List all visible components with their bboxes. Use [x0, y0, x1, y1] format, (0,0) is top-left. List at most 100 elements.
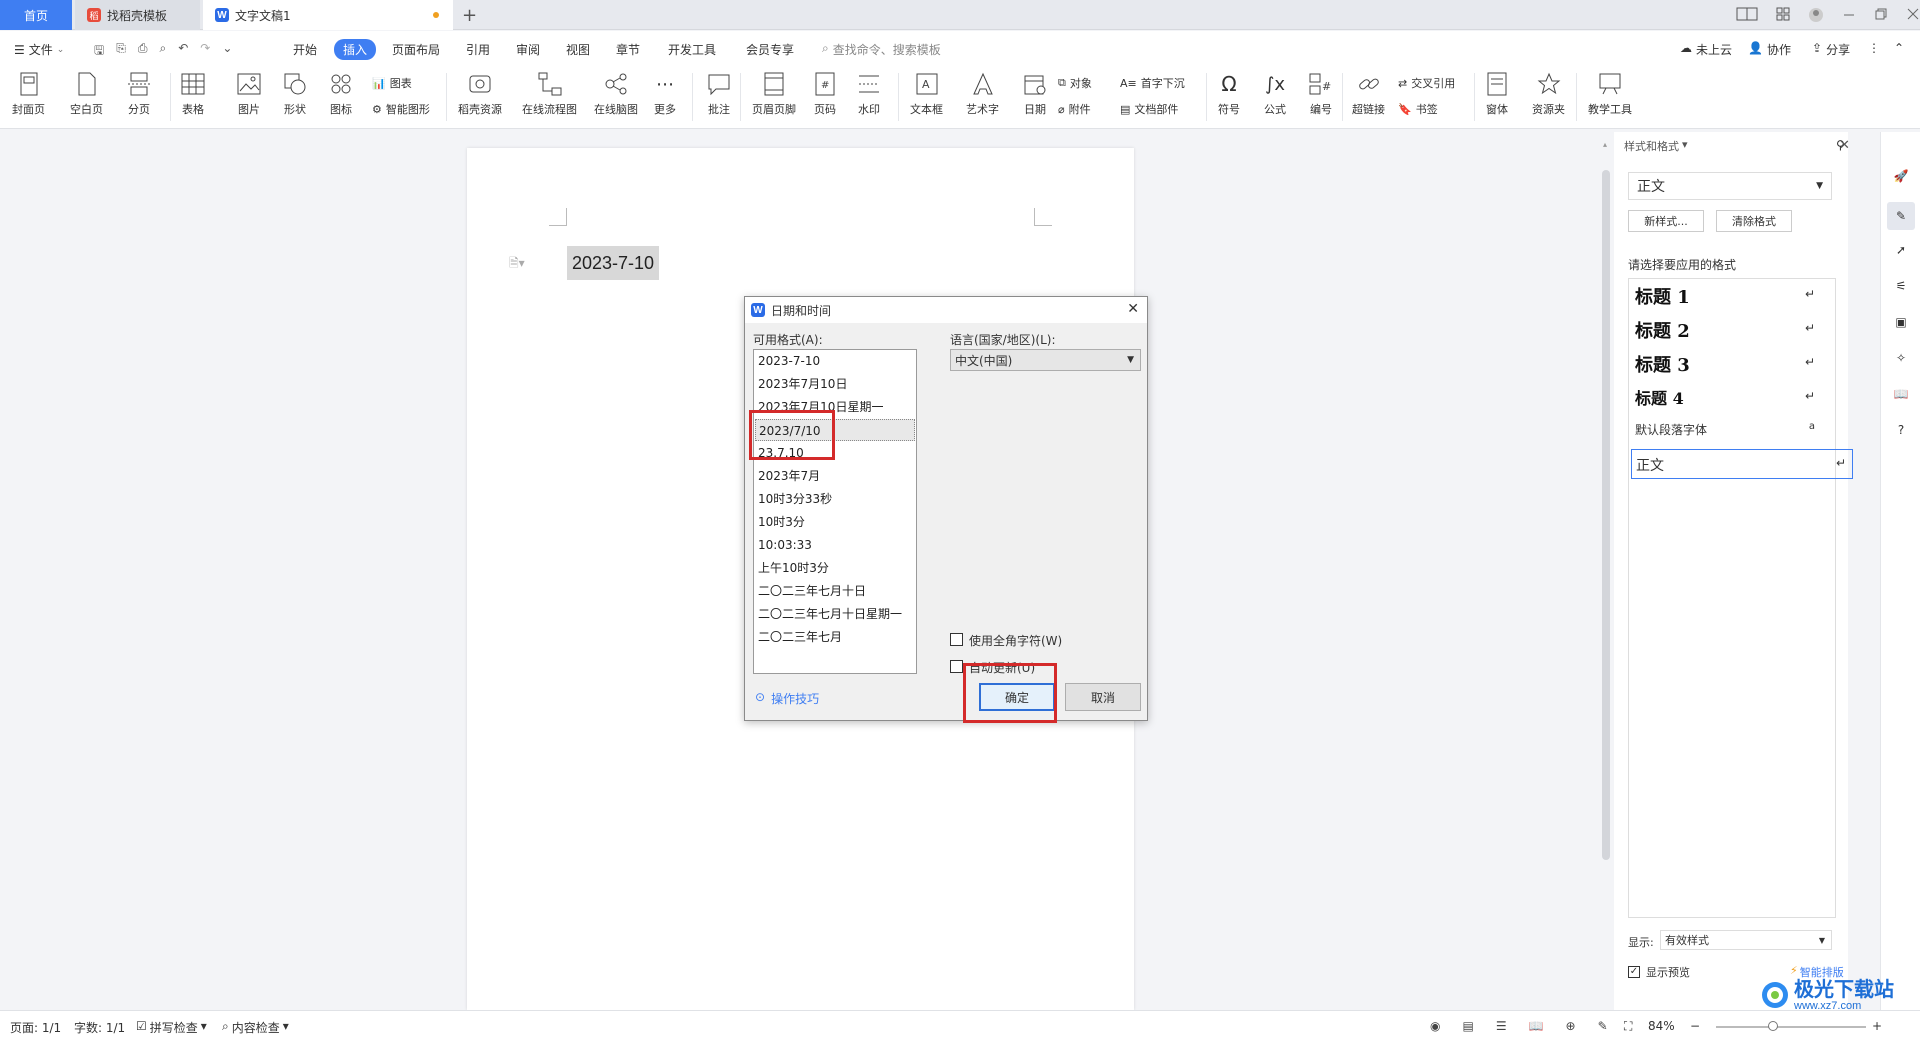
shape-button[interactable]: 形状	[282, 71, 308, 117]
reading-view-icon[interactable]: 📖	[1529, 1019, 1544, 1033]
style-pen-icon[interactable]: ✎	[1887, 202, 1915, 230]
outline-view-icon[interactable]: ☰	[1496, 1019, 1507, 1033]
cancel-button[interactable]: 取消	[1065, 683, 1141, 711]
collab-button[interactable]: 👤 协作	[1748, 41, 1791, 58]
style-item-body[interactable]: 正文 ↵	[1631, 449, 1853, 479]
menu-review[interactable]: 审阅	[516, 41, 540, 58]
style-item-default-font[interactable]: 默认段落字体 a	[1629, 417, 1835, 443]
table-button[interactable]: 表格	[180, 71, 206, 117]
tab-home[interactable]: 首页	[0, 0, 72, 30]
wordart-button[interactable]: 艺术字	[966, 71, 999, 117]
window-form-button[interactable]: 窗体	[1484, 71, 1510, 117]
close-window-icon[interactable]	[1906, 7, 1920, 26]
eye-protection-icon[interactable]: ◉	[1430, 1019, 1440, 1033]
more-icon[interactable]: ⋮	[1868, 41, 1880, 55]
word-count[interactable]: 字数: 1/1	[74, 1019, 125, 1036]
zoom-in-icon[interactable]: +	[1872, 1019, 1882, 1033]
minimize-icon[interactable]	[1842, 7, 1856, 26]
scrollbar-thumb[interactable]	[1602, 170, 1610, 860]
collapse-ribbon-icon[interactable]: ⌃	[1894, 41, 1904, 55]
select-cursor-icon[interactable]: ➚	[1891, 240, 1911, 260]
flowchart-button[interactable]: 在线流程图	[522, 71, 577, 117]
menu-references[interactable]: 引用	[466, 41, 490, 58]
current-style-select[interactable]: 正文 ▼	[1628, 172, 1832, 200]
crossref-button[interactable]: ⇄ 交叉引用	[1398, 75, 1455, 91]
textbox-button[interactable]: A 文本框	[910, 71, 943, 117]
language-select[interactable]: 中文(中国) ▼	[950, 349, 1141, 371]
mindmap-button[interactable]: 在线脑图	[594, 71, 638, 117]
menu-developer[interactable]: 开发工具	[668, 41, 716, 58]
teaching-tool-button[interactable]: 教学工具	[1588, 71, 1632, 117]
fit-page-icon[interactable]: ⛶	[1624, 1019, 1632, 1034]
cloud-status[interactable]: ☁ 未上云	[1680, 41, 1732, 58]
page-break-button[interactable]: 分页	[126, 71, 152, 117]
bookmark-button[interactable]: 🔖 书签	[1398, 101, 1438, 117]
zoom-out-icon[interactable]: −	[1690, 1019, 1700, 1033]
command-search[interactable]: ⌕ 查找命令、搜索模板	[822, 41, 941, 58]
avatar[interactable]	[1808, 7, 1824, 26]
image-tool-icon[interactable]: ▣	[1891, 312, 1911, 332]
cover-page-button[interactable]: 封面页	[12, 71, 45, 117]
resource-folder-button[interactable]: 资源夹	[1532, 71, 1565, 117]
date-button[interactable]: 日期	[1022, 71, 1048, 117]
attachment-button[interactable]: ⌀ 附件	[1058, 101, 1091, 117]
help-icon[interactable]: ?	[1891, 420, 1911, 440]
inserted-date-text[interactable]: 2023-7-10	[567, 246, 659, 280]
web-view-icon[interactable]: ⊕	[1566, 1019, 1576, 1033]
page-count[interactable]: 页面: 1/1	[10, 1019, 61, 1036]
write-mode-icon[interactable]: ✎	[1598, 1019, 1608, 1033]
layout-icon[interactable]	[1736, 7, 1758, 26]
book-icon[interactable]: 📖	[1891, 384, 1911, 404]
docer-resource-button[interactable]: 稻壳资源	[458, 71, 502, 117]
style-item-heading3[interactable]: 标题 3 ↵	[1629, 347, 1835, 379]
hyperlink-button[interactable]: 超链接	[1352, 71, 1385, 117]
picture-button[interactable]: 图片	[236, 71, 262, 117]
format-option[interactable]: 二〇二三年七月十日	[758, 580, 866, 602]
print-icon[interactable]: ⎙	[138, 41, 148, 62]
show-filter-select[interactable]: 有效样式 ▼	[1660, 930, 1832, 950]
menu-chapter[interactable]: 章节	[616, 41, 640, 58]
grid-icon[interactable]	[1776, 7, 1790, 26]
format-option[interactable]: 10:03:33	[758, 534, 812, 556]
menu-view[interactable]: 视图	[566, 41, 590, 58]
new-tab-button[interactable]: +	[462, 0, 477, 30]
adjust-icon[interactable]: ⚟	[1891, 276, 1911, 296]
menu-insert[interactable]: 插入	[334, 39, 377, 60]
zoom-slider[interactable]	[1716, 1026, 1866, 1028]
content-check-button[interactable]: ⌕ 内容检查 ▾	[222, 1019, 289, 1036]
restore-icon[interactable]	[1874, 7, 1888, 26]
comment-button[interactable]: 批注	[706, 71, 732, 117]
close-panel-icon[interactable]: ✕	[1839, 138, 1850, 153]
export-pdf-icon[interactable]: ⎘	[116, 41, 126, 62]
tips-link[interactable]: ⊙ 操作技巧	[755, 690, 819, 707]
clear-format-button[interactable]: 清除格式	[1716, 210, 1792, 232]
customize-icon[interactable]: ⌄	[222, 41, 232, 62]
print-preview-icon[interactable]: ⌕	[159, 41, 166, 62]
redo-icon[interactable]: ↷	[200, 41, 210, 62]
undo-icon[interactable]: ↶	[178, 41, 188, 62]
menu-start[interactable]: 开始	[293, 41, 317, 58]
blank-page-button[interactable]: 空白页	[70, 71, 103, 117]
dropcap-button[interactable]: A≡ 首字下沉	[1120, 75, 1185, 91]
format-option[interactable]: 2023年7月	[758, 465, 820, 487]
docpart-button[interactable]: ▤ 文档部件	[1120, 101, 1178, 117]
watermark-button[interactable]: 水印	[856, 71, 882, 117]
format-option[interactable]: 2023年7月10日	[758, 373, 847, 395]
numbering-button[interactable]: # 编号	[1308, 71, 1334, 117]
format-option[interactable]: 二〇二三年七月十日星期一	[758, 603, 902, 625]
close-icon[interactable]: ✕	[1127, 301, 1139, 317]
format-option[interactable]: 10时3分33秒	[758, 488, 832, 510]
tab-document[interactable]: W 文字文稿1	[203, 0, 453, 30]
compass-icon[interactable]: ✧	[1891, 348, 1911, 368]
formula-button[interactable]: ∫x 公式	[1262, 71, 1288, 117]
menu-member[interactable]: 会员专享	[746, 41, 794, 58]
page-view-icon[interactable]: ▤	[1462, 1019, 1473, 1033]
formats-listbox[interactable]: 2023-7-10 2023年7月10日 2023年7月10日星期一 2023/…	[753, 349, 917, 674]
style-item-heading2[interactable]: 标题 2 ↵	[1629, 313, 1835, 345]
paragraph-handle-icon[interactable]: 🗎▾	[509, 254, 525, 275]
style-item-heading1[interactable]: 标题 1 ↵	[1629, 279, 1835, 311]
share-button[interactable]: ⇪ 分享	[1812, 41, 1850, 58]
fullwidth-checkbox[interactable]	[950, 633, 963, 646]
rocket-icon[interactable]: 🚀	[1891, 166, 1911, 186]
chart-button[interactable]: 📊 图表	[372, 75, 412, 91]
